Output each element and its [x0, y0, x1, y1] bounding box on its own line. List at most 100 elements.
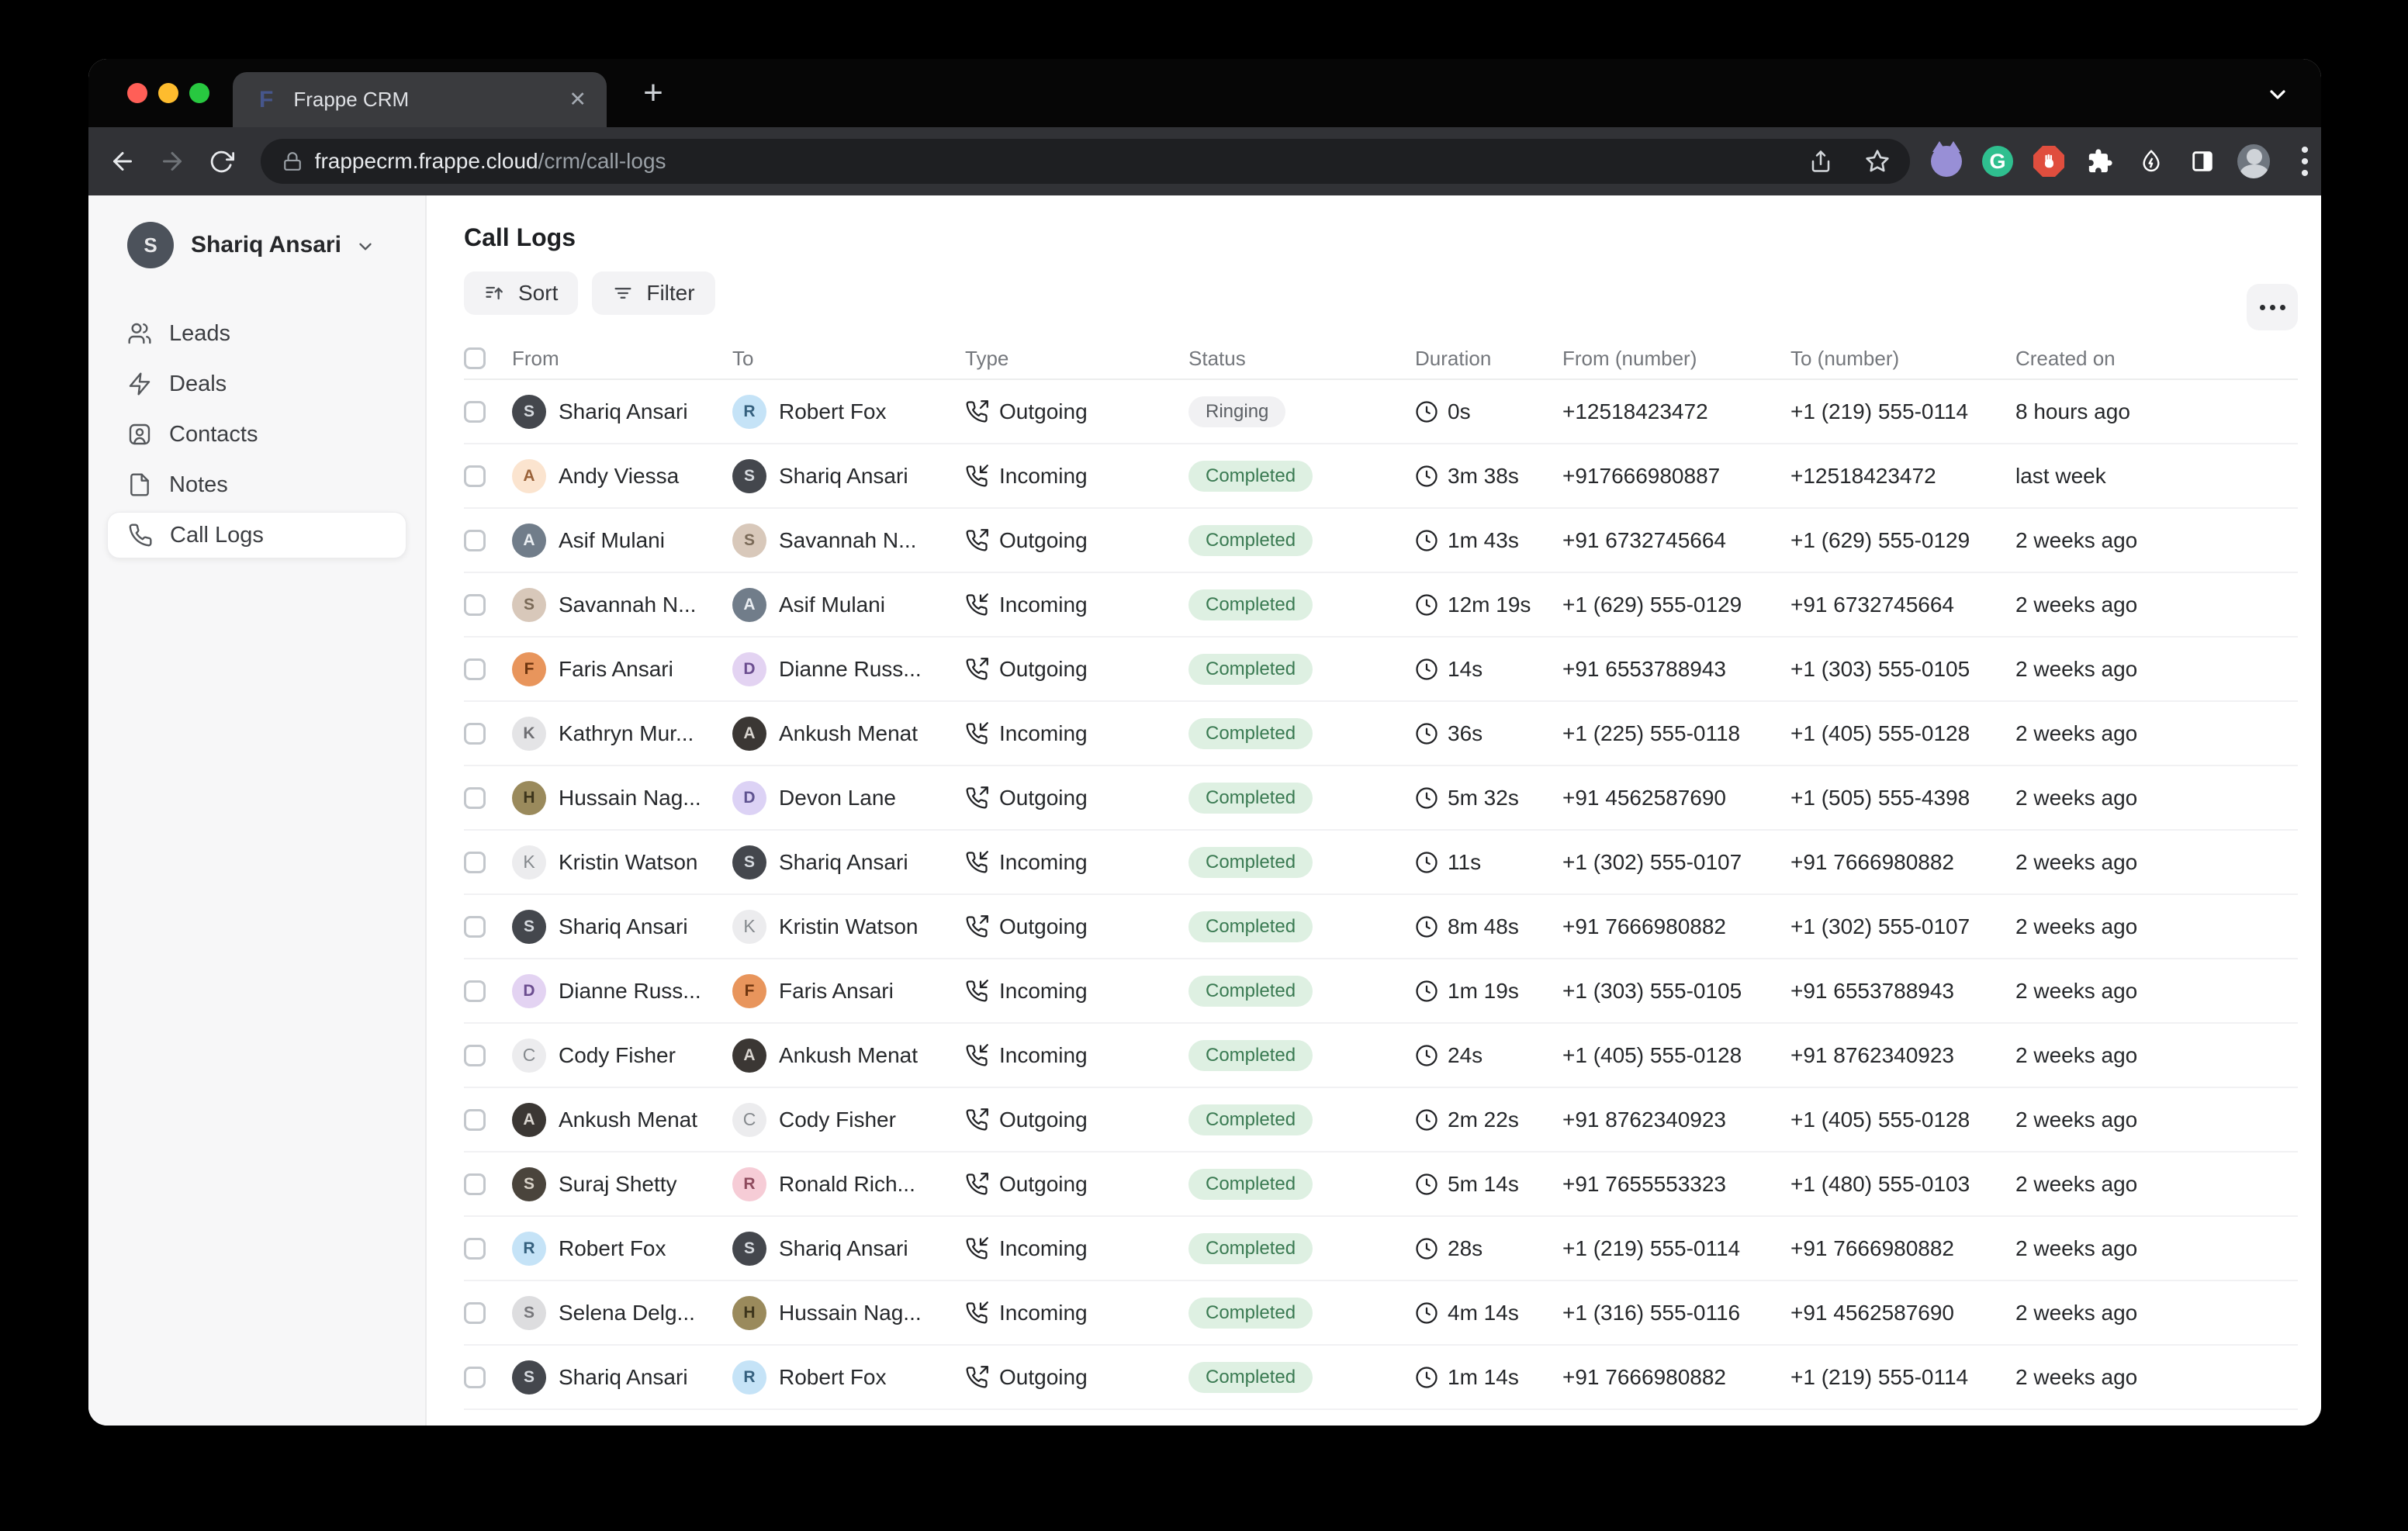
profile-avatar[interactable] [2237, 145, 2270, 178]
table-row[interactable]: SShariq Ansari RRobert Fox Outgoing Comp… [464, 1346, 2298, 1410]
from-name: Asif Mulani [559, 528, 665, 553]
call-type-icon [965, 915, 988, 938]
duration-value: 14s [1448, 657, 1483, 682]
table-row[interactable]: SShariq Ansari KKristin Watson Outgoing … [464, 895, 2298, 959]
created-on: 2 weeks ago [2015, 850, 2298, 875]
address-bar[interactable]: frappecrm.frappe.cloud/crm/call-logs [261, 139, 1910, 184]
select-all-checkbox[interactable] [464, 347, 486, 369]
back-button[interactable] [98, 147, 147, 175]
menu-dots-icon[interactable]: ••• [2289, 145, 2321, 178]
table-row[interactable]: SShariq Ansari RRobert Fox Outgoing Ring… [464, 380, 2298, 444]
call-logs-table: From To Type Status Duration From (numbe… [464, 338, 2321, 1426]
row-checkbox[interactable] [464, 723, 486, 745]
row-checkbox[interactable] [464, 852, 486, 873]
row-checkbox[interactable] [464, 530, 486, 551]
table-row[interactable]: AAsif Mulani SSavannah N... Outgoing Com… [464, 509, 2298, 573]
leaf-extension-icon[interactable] [2135, 145, 2168, 178]
created-on: 2 weeks ago [2015, 1301, 2298, 1325]
bookmark-star-icon[interactable] [1865, 149, 1890, 174]
share-icon[interactable] [1809, 150, 1832, 173]
row-checkbox[interactable] [464, 916, 486, 938]
table-row[interactable]: SSuraj Shetty RRonald Rich... Outgoing C… [464, 1153, 2298, 1217]
github-extension-icon[interactable] [1930, 145, 1963, 178]
sidebar: S Shariq Ansari LeadsDealsContactsNotesC… [88, 195, 427, 1426]
sort-button[interactable]: Sort [464, 271, 578, 315]
browser-toolbar: frappecrm.frappe.cloud/crm/call-logs G • [88, 127, 2321, 195]
row-checkbox[interactable] [464, 1238, 486, 1260]
row-checkbox[interactable] [464, 1173, 486, 1195]
row-checkbox[interactable] [464, 1302, 486, 1324]
user-menu[interactable]: S Shariq Ansari [127, 222, 425, 268]
table-row[interactable]: AAnkush Menat CCody Fisher Outgoing Comp… [464, 1088, 2298, 1153]
table-row[interactable]: AAndy Viessa SShariq Ansari Incoming Com… [464, 444, 2298, 509]
to-avatar: S [732, 524, 766, 558]
minimize-window-button[interactable] [158, 83, 178, 103]
forward-button[interactable] [147, 147, 197, 175]
close-window-button[interactable] [127, 83, 147, 103]
tab-strip-chevron-icon[interactable] [2265, 82, 2290, 107]
call-type-icon [965, 722, 988, 745]
row-checkbox[interactable] [464, 1045, 486, 1066]
call-type-label: Incoming [999, 464, 1088, 489]
to-avatar: H [732, 1296, 766, 1330]
table-row[interactable]: FFaris Ansari DDianne Russ... Outgoing C… [464, 638, 2298, 702]
table-row[interactable]: RRobert Fox SShariq Ansari Incoming Comp… [464, 1217, 2298, 1281]
table-row[interactable]: KKristin Watson SShariq Ansari Incoming … [464, 831, 2298, 895]
grammarly-extension-icon[interactable]: G [1981, 145, 2014, 178]
row-checkbox[interactable] [464, 658, 486, 680]
from-number: +91 7666980882 [1562, 1365, 1790, 1390]
sidebar-item-notes[interactable]: Notes [107, 461, 407, 508]
table-row[interactable]: Completed [464, 1410, 2298, 1426]
to-name: Hussain Nag... [779, 1301, 922, 1325]
row-checkbox[interactable] [464, 787, 486, 809]
reading-list-icon[interactable] [2186, 145, 2219, 178]
more-options-button[interactable] [2247, 284, 2298, 330]
table-row[interactable]: SSavannah N... AAsif Mulani Incoming Com… [464, 573, 2298, 638]
row-checkbox[interactable] [464, 401, 486, 423]
from-number: +1 (225) 555-0118 [1562, 721, 1790, 746]
zoom-window-button[interactable] [189, 83, 209, 103]
sidebar-item-deals[interactable]: Deals [107, 361, 407, 407]
reload-button[interactable] [197, 149, 247, 175]
from-avatar: K [512, 717, 546, 751]
to-name: Shariq Ansari [779, 464, 908, 489]
clock-icon [1415, 529, 1438, 552]
created-on: 2 weeks ago [2015, 1172, 2298, 1197]
row-checkbox[interactable] [464, 980, 486, 1002]
table-row[interactable]: DDianne Russ... FFaris Ansari Incoming C… [464, 959, 2298, 1024]
from-number: +1 (629) 555-0129 [1562, 593, 1790, 617]
table-row[interactable]: SSelena Delg... HHussain Nag... Incoming… [464, 1281, 2298, 1346]
created-on: 2 weeks ago [2015, 1043, 2298, 1068]
duration-value: 12m 19s [1448, 593, 1531, 617]
call-type-icon [965, 1173, 988, 1196]
status-badge: Ringing [1188, 396, 1285, 427]
to-name: Faris Ansari [779, 979, 894, 1004]
status-badge: Completed [1188, 847, 1313, 878]
row-checkbox[interactable] [464, 1109, 486, 1131]
table-row[interactable]: HHussain Nag... DDevon Lane Outgoing Com… [464, 766, 2298, 831]
call-type-icon [965, 851, 988, 874]
from-name: Kathryn Mur... [559, 721, 694, 746]
clock-icon [1415, 786, 1438, 810]
to-name: Savannah N... [779, 528, 916, 553]
table-row[interactable]: KKathryn Mur... AAnkush Menat Incoming C… [464, 702, 2298, 766]
created-on: 2 weeks ago [2015, 1365, 2298, 1390]
extensions-puzzle-icon[interactable] [2084, 145, 2116, 178]
filter-button[interactable]: Filter [592, 271, 714, 315]
sidebar-item-contacts[interactable]: Contacts [107, 411, 407, 458]
sidebar-item-leads[interactable]: Leads [107, 310, 407, 357]
sidebar-item-call-logs[interactable]: Call Logs [107, 512, 407, 558]
row-checkbox[interactable] [464, 465, 486, 487]
to-avatar: R [732, 1167, 766, 1201]
table-row[interactable]: CCody Fisher AAnkush Menat Incoming Comp… [464, 1024, 2298, 1088]
new-tab-button[interactable]: + [631, 71, 675, 115]
adblock-extension-icon[interactable] [2033, 145, 2065, 178]
created-on: 2 weeks ago [2015, 721, 2298, 746]
row-checkbox[interactable] [464, 594, 486, 616]
row-checkbox[interactable] [464, 1367, 486, 1388]
tab-close-icon[interactable]: ✕ [569, 88, 586, 112]
browser-tab[interactable]: F Frappe CRM ✕ [233, 72, 607, 127]
to-number: +1 (505) 555-4398 [1790, 786, 2015, 810]
from-avatar: H [512, 781, 546, 815]
duration-value: 28s [1448, 1236, 1483, 1261]
